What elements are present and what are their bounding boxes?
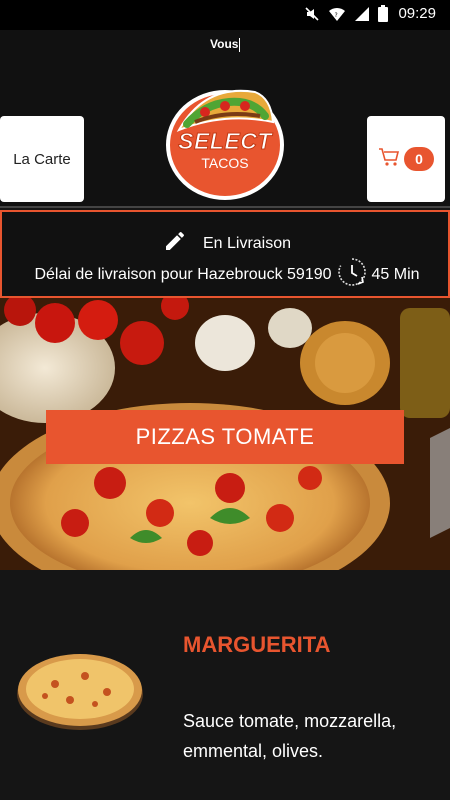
product-card[interactable]: MARGUERITA Sauce tomate, mozzarella, emm… — [0, 570, 450, 800]
pencil-icon — [163, 229, 187, 258]
logo-subtitle: TACOS — [201, 155, 249, 171]
status-icons: ? 09:29 — [304, 5, 436, 22]
logo[interactable]: SELECT TACOS — [165, 82, 285, 200]
clock-icon — [336, 256, 368, 293]
mute-icon — [304, 6, 320, 22]
category-button[interactable]: PIZZAS TOMATE — [46, 410, 404, 464]
battery-icon — [378, 5, 389, 22]
logo-title: SELECT — [178, 128, 272, 155]
cart-button[interactable]: 0 — [367, 116, 445, 202]
delivery-info-text: Délai de livraison pour Hazebrouck 59190 — [34, 265, 332, 283]
svg-text:?: ? — [335, 12, 338, 19]
product-image[interactable] — [15, 646, 145, 732]
menu-button[interactable]: La Carte — [0, 116, 84, 202]
cart-icon — [378, 147, 400, 171]
category-banner[interactable]: PIZZAS TOMATE — [0, 298, 450, 570]
status-time: 09:29 — [398, 5, 436, 22]
user-label[interactable]: Vous — [210, 37, 238, 51]
text-cursor — [239, 38, 240, 52]
divider — [0, 206, 450, 208]
delivery-info-row: Délai de livraison pour Hazebrouck 59190… — [2, 256, 450, 293]
delivery-box[interactable]: En Livraison Délai de livraison pour Haz… — [0, 210, 450, 298]
wifi-icon: ? — [328, 6, 346, 22]
cart-count-badge: 0 — [404, 147, 434, 171]
status-bar: ? 09:29 — [0, 0, 450, 30]
delivery-time: 45 Min — [371, 265, 420, 283]
product-description: Sauce tomate, mozzarella, emmental, oliv… — [183, 711, 397, 761]
delivery-mode-row[interactable]: En Livraison — [2, 229, 450, 258]
delivery-mode-label: En Livraison — [202, 234, 292, 252]
product-name[interactable]: MARGUERITA — [183, 632, 330, 658]
app-header: Vous La Carte SELECT TACOS 0 — [0, 30, 450, 206]
signal-icon — [354, 6, 370, 22]
